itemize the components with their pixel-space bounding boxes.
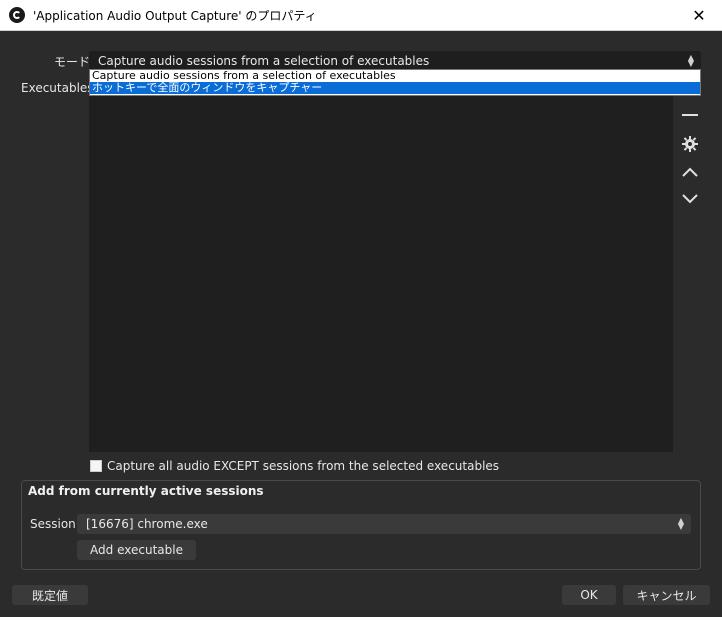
updown-arrows-icon: ▲ ▼ — [677, 516, 684, 531]
executables-list[interactable] — [89, 96, 673, 452]
cancel-button[interactable]: キャンセル — [623, 585, 710, 605]
chevron-up-icon[interactable] — [677, 161, 703, 183]
mode-select-value: Capture audio sessions from a selection … — [98, 53, 430, 68]
obs-logo-icon — [9, 7, 25, 23]
session-select[interactable]: [16676] chrome.exe ▲ ▼ — [77, 514, 691, 534]
mode-option-highlighted[interactable]: ホットキーで全面のウィンドウをキャプチャー — [90, 82, 700, 94]
except-checkbox-label: Capture all audio EXCEPT sessions from t… — [107, 459, 500, 473]
session-label: Session — [30, 517, 76, 531]
add-executable-button[interactable]: Add executable — [77, 540, 196, 560]
except-checkbox-row[interactable]: Capture all audio EXCEPT sessions from t… — [90, 459, 499, 473]
executables-label: Executables — [21, 81, 94, 95]
mode-label: モード — [54, 55, 91, 69]
mode-dropdown-list: Capture audio sessions from a selection … — [89, 69, 701, 96]
session-select-value: [16676] chrome.exe — [86, 517, 208, 531]
title-bar: 'Application Audio Output Capture' のプロパテ… — [0, 0, 722, 31]
mode-option[interactable]: Capture audio sessions from a selection … — [90, 70, 700, 82]
active-sessions-group: Add from currently active sessions Sessi… — [21, 480, 701, 570]
close-icon[interactable]: ✕ — [676, 0, 722, 31]
ok-button[interactable]: OK — [562, 585, 616, 605]
gear-icon[interactable] — [677, 133, 703, 155]
window-title: 'Application Audio Output Capture' のプロパテ… — [33, 8, 317, 23]
remove-icon[interactable] — [677, 104, 703, 126]
chevron-down-icon[interactable] — [677, 188, 703, 210]
group-title: Add from currently active sessions — [28, 484, 264, 498]
defaults-button[interactable]: 既定値 — [12, 585, 88, 605]
except-checkbox[interactable] — [90, 460, 102, 472]
updown-arrows-icon: ▲ ▼ — [687, 52, 694, 68]
mode-select[interactable]: Capture audio sessions from a selection … — [89, 51, 701, 70]
